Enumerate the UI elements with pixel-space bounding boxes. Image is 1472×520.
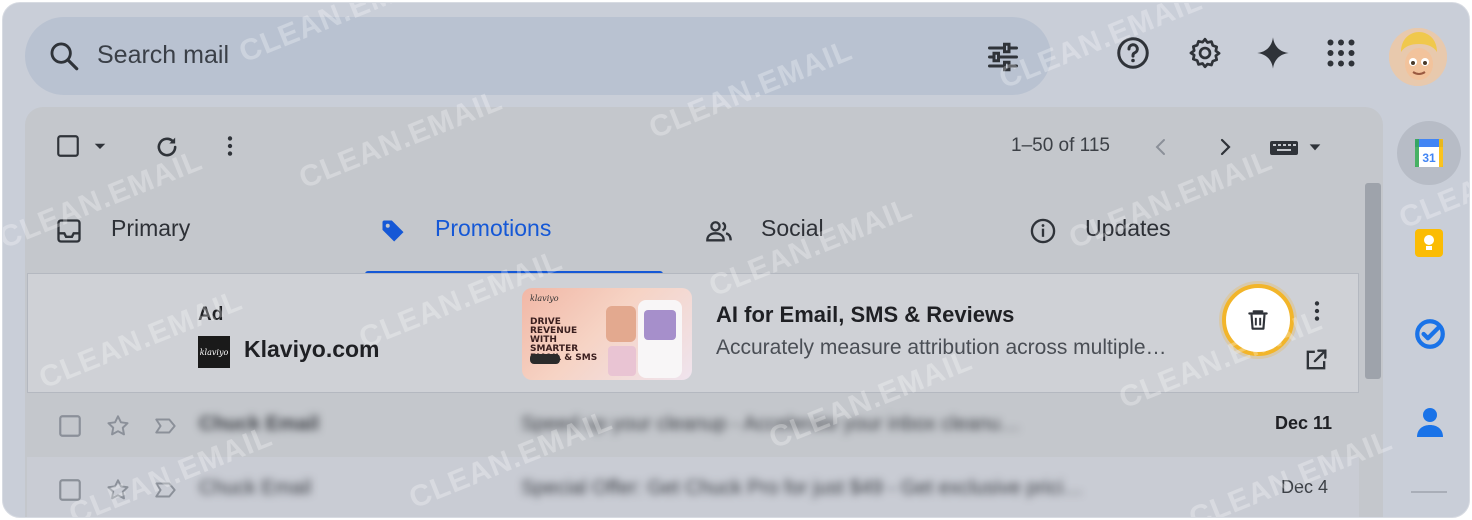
info-icon [1030, 218, 1056, 244]
star-icon[interactable] [105, 413, 131, 439]
ad-image-photo [606, 306, 636, 342]
tag-icon [382, 220, 404, 242]
calendar-day: 31 [1422, 151, 1436, 165]
ad-image-phone [638, 300, 682, 378]
mail-list-scrollbar[interactable] [1365, 183, 1381, 379]
search-bar[interactable]: Search mail [25, 17, 1051, 95]
help-icon[interactable] [1115, 35, 1151, 71]
row-subject: Special Offer: Get Chuck Pro for just $4… [521, 477, 1084, 499]
search-icon[interactable] [47, 39, 81, 73]
email-row[interactable]: Chuck Email Special Offer: Get Chuck Pro… [27, 457, 1359, 517]
importance-marker-icon[interactable] [153, 477, 179, 503]
row-checkbox[interactable] [57, 413, 83, 439]
search-options-icon[interactable] [985, 39, 1021, 75]
tab-label: Updates [1085, 215, 1171, 241]
tab-promotions[interactable]: Promotions [379, 215, 669, 275]
trash-icon [1248, 310, 1268, 330]
settings-gear-icon[interactable] [1187, 35, 1223, 71]
ad-image-brand: klaviyo [530, 294, 559, 303]
ad-subject: AI for Email, SMS & Reviews [716, 302, 1015, 327]
input-tools-dropdown-icon[interactable] [1307, 139, 1323, 155]
ad-image-card [608, 346, 636, 376]
calendar-app-button[interactable]: 31 [1397, 121, 1461, 185]
advertiser-logo: klaviyo [198, 336, 230, 368]
tab-label: Social [761, 215, 824, 241]
next-page-icon[interactable] [1213, 135, 1237, 159]
row-subject: Speed up your cleanup - Accelerate your … [521, 413, 1021, 435]
ad-image[interactable]: klaviyo DRIVE REVENUE WITH SMARTER EMAIL… [522, 288, 692, 380]
people-icon [706, 221, 732, 242]
importance-marker-icon[interactable] [153, 413, 179, 439]
open-in-new-icon[interactable] [1302, 346, 1330, 374]
star-icon[interactable] [105, 477, 131, 503]
mail-list-panel: 1–50 of 115 Primary Promotions Social Up… [25, 107, 1383, 517]
rail-divider [1411, 491, 1447, 493]
search-input[interactable]: Search mail [97, 41, 229, 70]
sponsored-ad-row[interactable]: Ad klaviyo Klaviyo.com klaviyo DRIVE REV… [27, 273, 1359, 393]
refresh-icon[interactable] [153, 133, 181, 161]
row-sender: Chuck Email [199, 477, 312, 499]
row-sender: Chuck Email [199, 413, 320, 435]
ad-snippet: Accurately measure attribution across mu… [716, 336, 1167, 359]
apps-grid-icon[interactable] [1323, 35, 1359, 71]
tab-updates[interactable]: Updates [1029, 215, 1289, 275]
input-tools-keyboard-icon[interactable] [1269, 137, 1299, 159]
tab-label: Promotions [435, 215, 552, 241]
row-date: Dec 11 [1275, 413, 1333, 433]
delete-ad-button[interactable] [1222, 284, 1294, 356]
row-date: Dec 4 [1281, 477, 1329, 497]
row-checkbox[interactable] [57, 477, 83, 503]
tab-label: Primary [111, 215, 191, 241]
more-actions-icon[interactable] [217, 133, 243, 159]
calendar-icon: 31 [1415, 139, 1443, 167]
gmail-window: Search mail 1–50 of 115 Primary Promotio… [2, 2, 1470, 518]
ad-more-options-icon[interactable] [1304, 298, 1330, 324]
gemini-sparkle-icon[interactable] [1255, 35, 1291, 71]
email-row[interactable]: Chuck Email Speed up your cleanup - Acce… [27, 393, 1359, 457]
ad-image-cta [530, 354, 560, 364]
ad-sender: Klaviyo.com [244, 336, 380, 362]
tab-primary[interactable]: Primary [55, 215, 315, 275]
select-dropdown-caret-icon[interactable] [91, 137, 109, 155]
tab-social[interactable]: Social [705, 215, 965, 275]
keep-notes-icon[interactable] [1413, 227, 1445, 259]
pagination-range: 1–50 of 115 [1011, 135, 1110, 156]
select-all-checkbox[interactable] [55, 133, 81, 159]
previous-page-icon[interactable] [1149, 135, 1173, 159]
contacts-icon[interactable] [1415, 405, 1445, 439]
tasks-icon[interactable] [1413, 317, 1447, 351]
inbox-icon [57, 219, 81, 243]
account-avatar[interactable] [1389, 28, 1447, 86]
ad-label: Ad [198, 304, 224, 325]
